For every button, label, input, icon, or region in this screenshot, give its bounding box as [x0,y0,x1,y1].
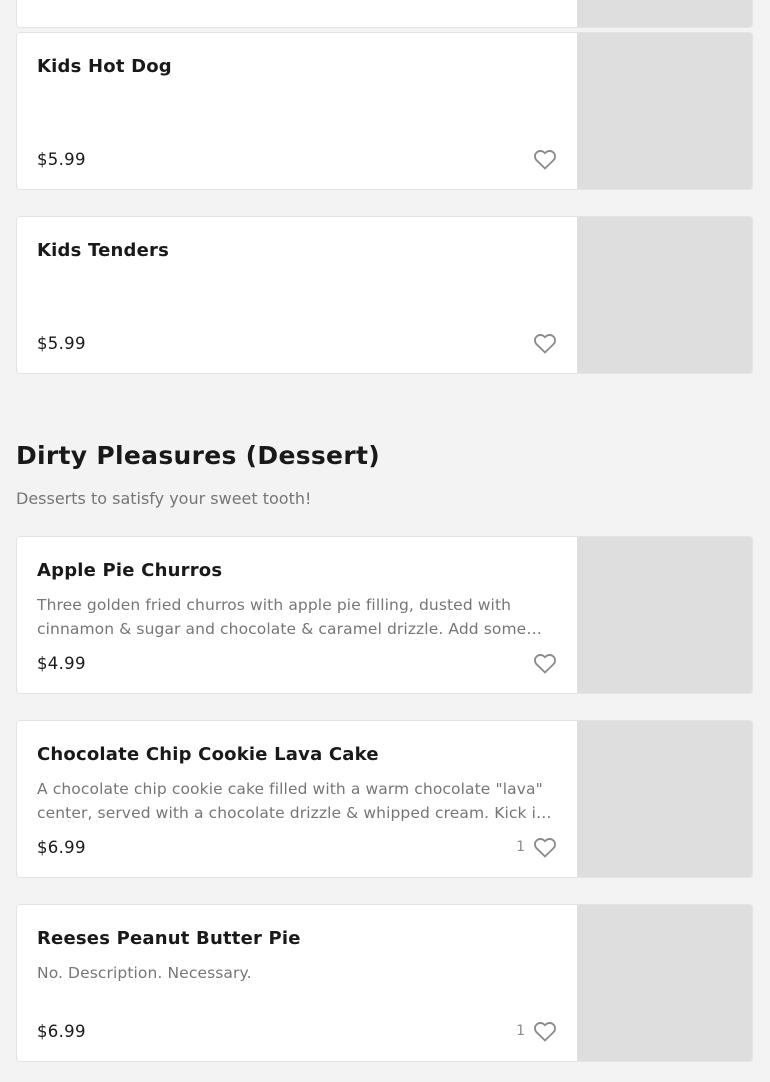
menu-item-card-partial[interactable] [16,0,753,28]
section-title: Dirty Pleasures (Dessert) [16,441,380,470]
menu-item-price: $6.99 [37,838,86,857]
menu-item-image [577,0,752,27]
heart-outline-icon[interactable] [533,148,557,170]
menu-item-title: Kids Tenders [37,240,169,261]
menu-item-price: $4.99 [37,654,86,673]
heart-outline-icon[interactable] [533,332,557,354]
menu-item-info: Chocolate Chip Cookie Lava Cake A chocol… [17,721,577,877]
menu-item-image [577,721,752,877]
menu-item-info: Reeses Peanut Butter Pie No. Description… [17,905,577,1061]
menu-item-card[interactable]: Chocolate Chip Cookie Lava Cake A chocol… [16,720,753,878]
menu-item-image [577,905,752,1061]
menu-item-info: Kids Tenders $5.99 [17,217,577,373]
favorite-control [525,652,557,674]
section-subtitle: Desserts to satisfy your sweet tooth! [16,489,312,508]
menu-item-card[interactable]: Apple Pie Churros Three golden fried chu… [16,536,753,694]
heart-outline-icon[interactable] [533,836,557,858]
favorite-control [525,148,557,170]
menu-item-title: Reeses Peanut Butter Pie [37,928,301,949]
menu-item-info [17,0,577,27]
menu-item-description: No. Description. Necessary. [37,964,252,982]
heart-outline-icon[interactable] [533,1020,557,1042]
heart-outline-icon[interactable] [533,652,557,674]
menu-item-price: $5.99 [37,334,86,353]
menu-item-description: Three golden fried churros with apple pi… [37,596,527,638]
menu-item-title: Chocolate Chip Cookie Lava Cake [37,744,379,765]
favorite-count: 1 [516,839,525,855]
menu-item-image [577,537,752,693]
menu-item-description: A chocolate chip cookie cake filled with… [37,780,543,822]
favorite-control: 1 [516,1020,557,1042]
menu-item-card[interactable]: Kids Hot Dog $5.99 [16,32,753,190]
menu-item-title: Apple Pie Churros [37,560,223,581]
menu-item-info: Apple Pie Churros Three golden fried chu… [17,537,577,693]
favorite-count: 1 [516,1023,525,1039]
favorite-control [525,332,557,354]
menu-item-info: Kids Hot Dog $5.99 [17,33,577,189]
menu-item-price: $5.99 [37,150,86,169]
menu-item-image [577,33,752,189]
menu-item-card[interactable]: Kids Tenders $5.99 [16,216,753,374]
menu-item-card[interactable]: Reeses Peanut Butter Pie No. Description… [16,904,753,1062]
favorite-control: 1 [516,836,557,858]
menu-item-title: Kids Hot Dog [37,56,172,77]
menu-item-image [577,217,752,373]
menu-page: Kids Hot Dog $5.99 Kids Tenders $5.99 Di… [0,0,770,1082]
menu-item-price: $6.99 [37,1022,86,1041]
